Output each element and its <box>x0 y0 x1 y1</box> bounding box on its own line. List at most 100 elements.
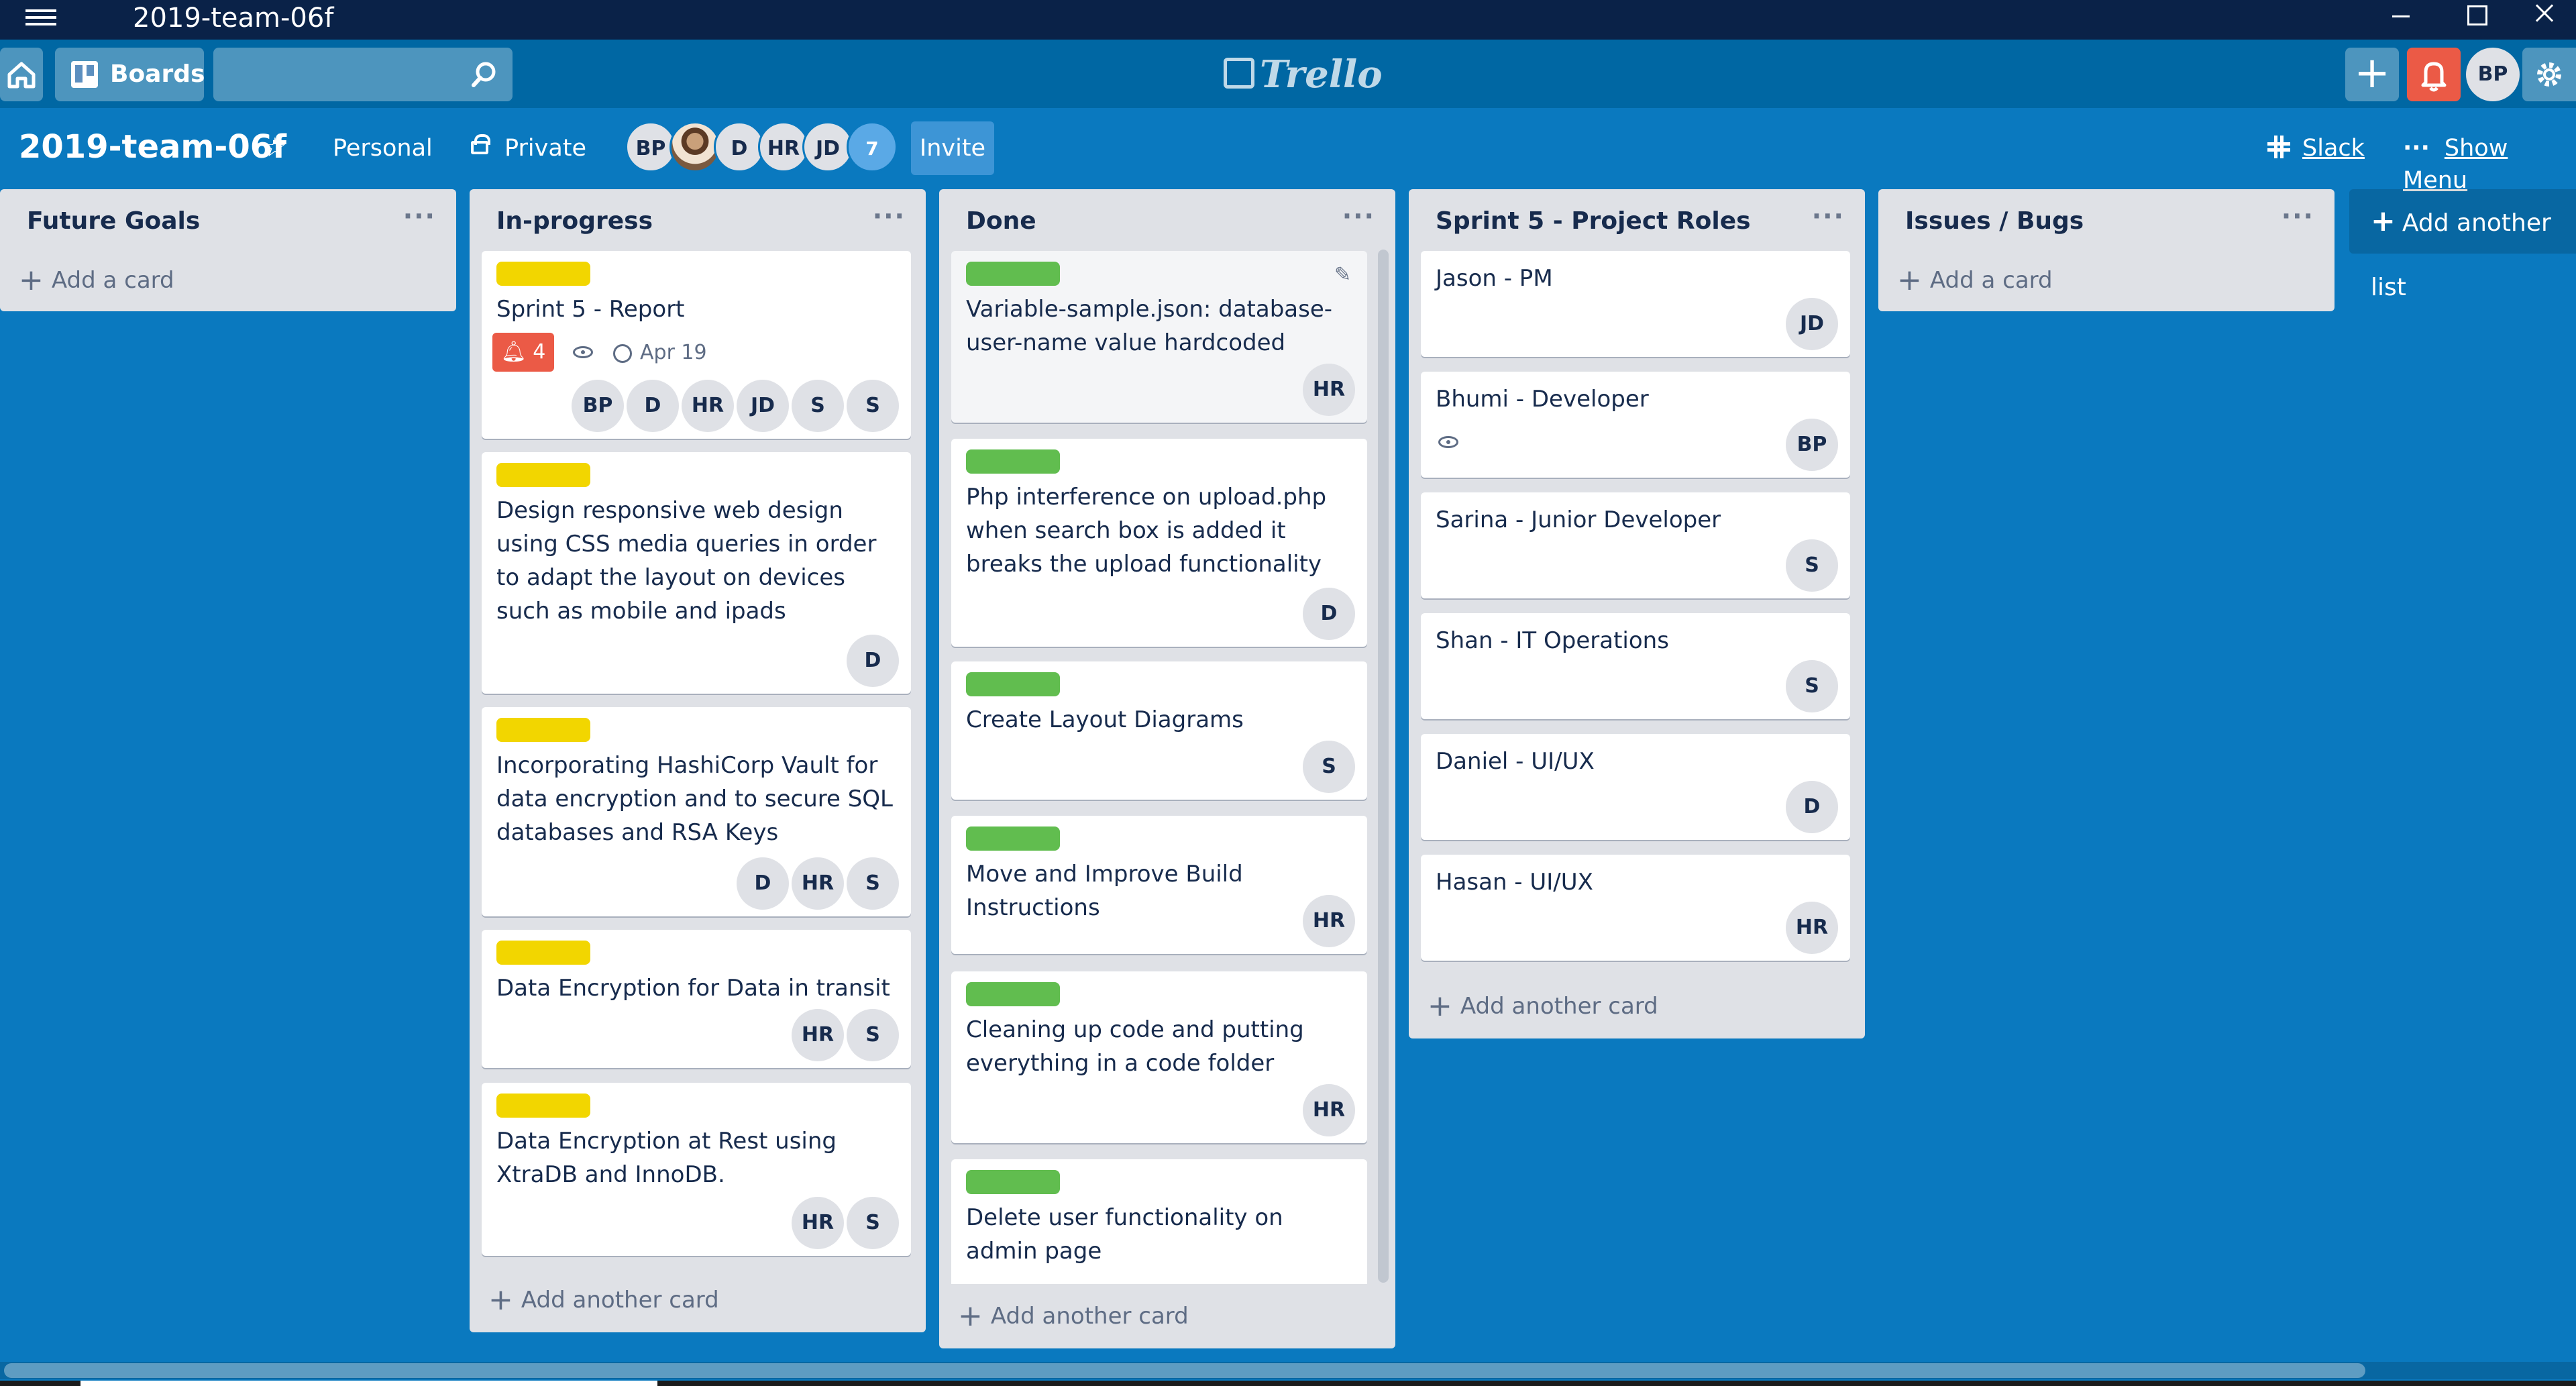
member-avatar[interactable]: BP <box>625 121 676 172</box>
show-menu-button[interactable]: ··· Show Menu <box>2403 132 2576 197</box>
add-card-button[interactable]: + Add another card <box>488 1284 719 1316</box>
user-avatar[interactable]: BP <box>2466 48 2520 101</box>
list-header[interactable]: Future Goals ··· <box>0 189 456 254</box>
add-card-button[interactable]: + Add another card <box>958 1300 1189 1332</box>
create-button[interactable]: + <box>2345 48 2399 101</box>
notification-badge: 🔔︎ 4 <box>492 333 554 372</box>
member-avatar-photo[interactable] <box>669 121 720 172</box>
card-label-yellow <box>496 941 590 965</box>
menu-icon[interactable] <box>25 5 56 32</box>
member-avatar[interactable]: JD <box>802 121 853 172</box>
list-title[interactable]: Future Goals <box>27 205 200 237</box>
card[interactable]: Cleaning up code and putting everything … <box>951 971 1367 1143</box>
clock-icon <box>613 343 632 363</box>
list-header[interactable]: Issues / Bugs ··· <box>1878 189 2334 254</box>
list-menu-icon[interactable]: ··· <box>1342 201 1375 231</box>
add-list-button[interactable]: + Add another list <box>2349 189 2576 301</box>
member-avatar[interactable]: HR <box>792 1197 844 1249</box>
card[interactable]: Php interference on upload.php when sear… <box>951 439 1367 647</box>
list-menu-icon[interactable]: ··· <box>1812 201 1845 231</box>
card[interactable]: Sarina - Junior Developer S <box>1421 492 1850 598</box>
add-card-button[interactable]: + Add another card <box>1428 990 1658 1022</box>
member-avatar[interactable]: S <box>847 857 899 910</box>
member-avatar[interactable]: S <box>847 1009 899 1061</box>
pencil-icon[interactable]: ✎ <box>1334 263 1351 286</box>
list-menu-icon[interactable]: ··· <box>2282 201 2314 231</box>
member-avatar[interactable]: HR <box>682 380 734 432</box>
member-avatar[interactable]: D <box>1303 588 1355 640</box>
card-label-green <box>966 827 1060 851</box>
maximize-button[interactable] <box>2442 0 2509 34</box>
list-title[interactable]: In-progress <box>496 205 653 237</box>
member-avatar[interactable]: HR <box>758 121 809 172</box>
member-avatar[interactable]: BP <box>1786 419 1838 471</box>
member-avatar[interactable]: HR <box>1303 1084 1355 1136</box>
list-title[interactable]: Issues / Bugs <box>1905 205 2084 237</box>
close-button[interactable] <box>2509 0 2576 34</box>
member-avatar[interactable]: D <box>1786 781 1838 833</box>
app-header: Boards Trello + BP <box>0 40 2576 108</box>
member-avatar[interactable]: HR <box>1786 902 1838 954</box>
card[interactable]: Create Layout Diagrams S <box>951 661 1367 800</box>
boards-button[interactable]: Boards <box>55 48 205 101</box>
settings-button[interactable] <box>2522 48 2576 101</box>
card[interactable]: Jason - PM JD <box>1421 251 1850 357</box>
card[interactable]: Delete user functionality on admin page <box>951 1159 1367 1284</box>
card[interactable]: Shan - IT Operations S <box>1421 613 1850 719</box>
slack-button[interactable]: Slack <box>2267 132 2365 164</box>
card[interactable]: Sprint 5 - Report 🔔︎ 4 Apr 19 BP D HR JD… <box>482 251 911 439</box>
list-in-progress: In-progress ··· Sprint 5 - Report 🔔︎ 4 A… <box>470 189 926 1332</box>
member-avatar[interactable]: S <box>1786 660 1838 712</box>
add-card-button[interactable]: + Add a card <box>19 264 174 297</box>
home-button[interactable] <box>0 48 43 101</box>
member-avatar[interactable]: HR <box>792 857 844 910</box>
plus-icon: + <box>488 1283 513 1317</box>
member-avatar[interactable]: S <box>847 1197 899 1249</box>
team-button[interactable]: Personal <box>333 132 433 164</box>
card[interactable]: Incorporating HashiCorp Vault for data e… <box>482 707 911 916</box>
member-count-badge[interactable]: 7 <box>847 121 898 172</box>
trello-logo[interactable]: Trello <box>1224 54 1383 95</box>
search-input[interactable] <box>213 48 513 101</box>
card[interactable]: Hasan - UI/UX HR <box>1421 855 1850 961</box>
member-avatar[interactable]: D <box>627 380 679 432</box>
member-avatar[interactable]: HR <box>1303 364 1355 416</box>
card[interactable]: Daniel - UI/UX D <box>1421 734 1850 840</box>
card[interactable]: Move and Improve Build Instructions HR <box>951 816 1367 954</box>
list-header[interactable]: In-progress ··· <box>470 189 926 254</box>
member-avatar[interactable]: BP <box>572 380 624 432</box>
list-header[interactable]: Sprint 5 - Project Roles ··· <box>1409 189 1865 254</box>
card[interactable]: Bhumi - Developer BP <box>1421 372 1850 478</box>
list-title[interactable]: Done <box>966 205 1036 237</box>
card[interactable]: ✎ Variable-sample.json: database-user-na… <box>951 251 1367 423</box>
member-avatar[interactable]: D <box>714 121 765 172</box>
member-avatar[interactable]: HR <box>792 1009 844 1061</box>
member-avatar[interactable]: JD <box>737 380 789 432</box>
board-title[interactable]: 2019-team-06f <box>19 127 286 167</box>
member-avatar[interactable]: S <box>792 380 844 432</box>
member-avatar[interactable]: JD <box>1786 298 1838 350</box>
card-list: ✎ Variable-sample.json: database-user-na… <box>951 251 1367 1284</box>
card[interactable]: Design responsive web design using CSS m… <box>482 452 911 694</box>
add-card-button[interactable]: + Add a card <box>1897 264 2053 297</box>
list-menu-icon[interactable]: ··· <box>403 201 436 231</box>
minimize-button[interactable] <box>2365 0 2432 34</box>
invite-button[interactable]: Invite <box>911 121 994 175</box>
member-avatar[interactable]: D <box>737 857 789 910</box>
member-avatar[interactable]: S <box>1303 741 1355 793</box>
card[interactable]: Data Encryption at Rest using XtraDB and… <box>482 1083 911 1256</box>
list-menu-icon[interactable]: ··· <box>873 201 906 231</box>
notifications-button[interactable] <box>2407 48 2461 101</box>
member-avatar[interactable]: HR <box>1303 895 1355 947</box>
star-icon[interactable]: ☆ <box>263 131 287 164</box>
member-avatar[interactable]: D <box>847 635 899 687</box>
visibility-button[interactable]: Private <box>471 132 586 164</box>
list-header[interactable]: Done ··· <box>939 189 1395 254</box>
member-avatar[interactable]: S <box>847 380 899 432</box>
member-avatar[interactable]: S <box>1786 539 1838 592</box>
card[interactable]: Data Encryption for Data in transit HR S <box>482 930 911 1068</box>
list-title[interactable]: Sprint 5 - Project Roles <box>1436 205 1751 237</box>
scrollbar-thumb[interactable] <box>4 1363 2365 1378</box>
card-badges: 🔔︎ 4 Apr 19 <box>492 333 707 372</box>
list-scrollbar[interactable] <box>1378 250 1389 1283</box>
